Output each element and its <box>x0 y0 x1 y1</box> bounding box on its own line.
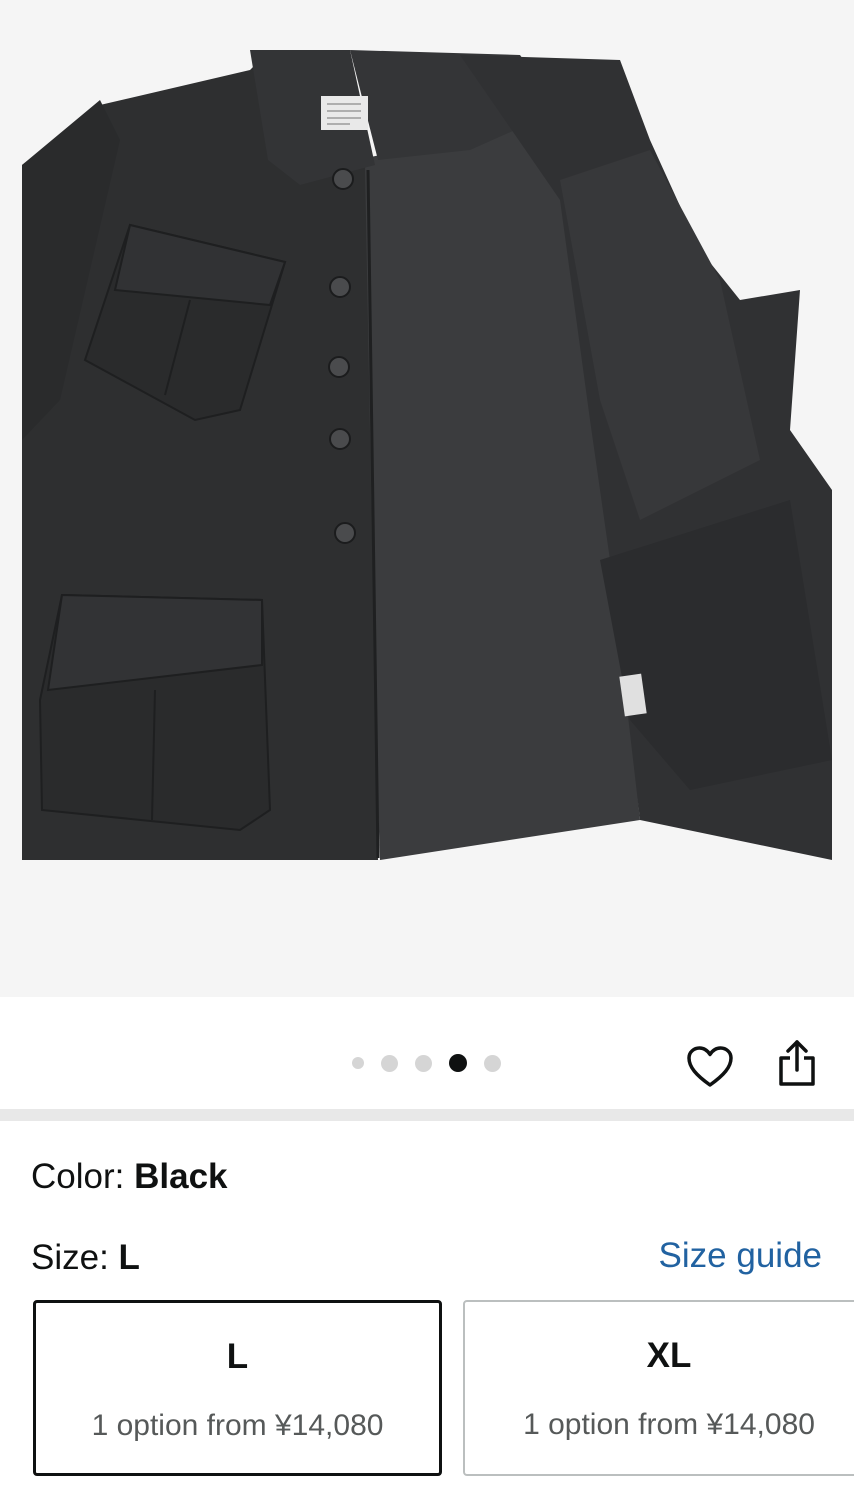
color-label: Color: <box>31 1157 125 1196</box>
carousel-pagination[interactable] <box>352 1054 518 1072</box>
wishlist-button[interactable] <box>686 1043 734 1091</box>
color-value: Black <box>134 1157 228 1196</box>
carousel-dot[interactable] <box>415 1054 432 1072</box>
share-button[interactable] <box>772 1038 822 1088</box>
share-icon <box>779 1040 815 1086</box>
size-option-name: L <box>226 1337 249 1376</box>
size-selection: Size: L <box>31 1238 140 1278</box>
size-option-l[interactable]: L 1 option from ¥14,080 <box>33 1300 442 1476</box>
size-label: Size: <box>31 1238 109 1277</box>
size-option-price: 1 option from ¥14,080 <box>91 1409 384 1442</box>
carousel-dot[interactable] <box>381 1054 398 1072</box>
section-divider <box>0 1109 854 1121</box>
carousel-dot[interactable] <box>352 1057 364 1069</box>
size-option-name: XL <box>646 1336 692 1375</box>
size-value: L <box>118 1238 140 1277</box>
product-image-area[interactable] <box>0 0 854 997</box>
heart-icon <box>687 1046 733 1087</box>
size-guide-link[interactable]: Size guide <box>659 1236 822 1276</box>
color-selection: Color: Black <box>31 1157 228 1197</box>
carousel-dot[interactable] <box>484 1054 501 1072</box>
size-option-xl[interactable]: XL 1 option from ¥14,080 <box>463 1300 854 1476</box>
product-photo-jacket <box>22 50 832 860</box>
size-option-price: 1 option from ¥14,080 <box>523 1408 815 1441</box>
carousel-dot-active[interactable] <box>449 1054 467 1072</box>
